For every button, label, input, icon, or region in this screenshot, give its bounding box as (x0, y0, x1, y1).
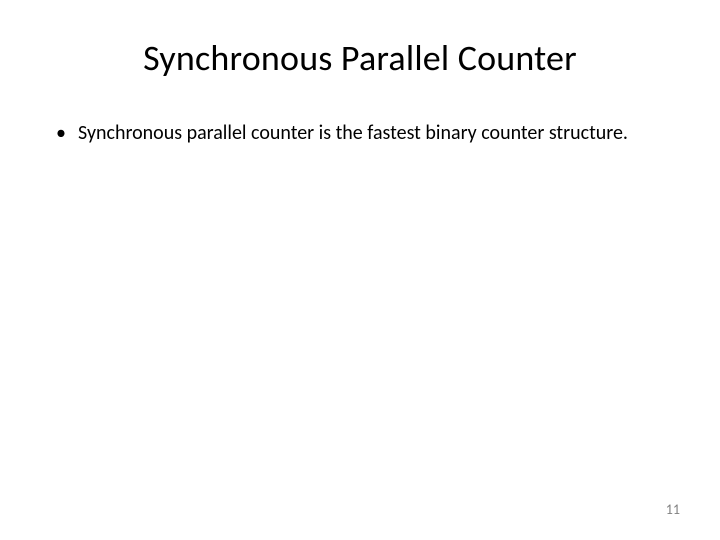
list-item: Synchronous parallel counter is the fast… (56, 120, 670, 146)
bullet-list: Synchronous parallel counter is the fast… (50, 120, 670, 146)
slide: Synchronous Parallel Counter Synchronous… (0, 0, 720, 540)
page-number: 11 (666, 501, 680, 518)
slide-title: Synchronous Parallel Counter (50, 36, 670, 80)
